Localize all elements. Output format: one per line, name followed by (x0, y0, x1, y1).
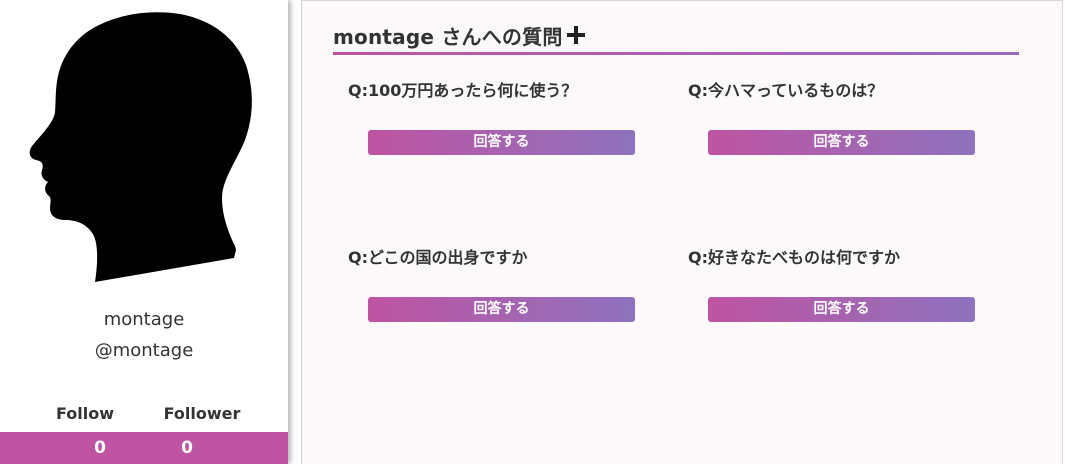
question-text: Q:どこの国の出身ですか (348, 248, 528, 267)
panel-title: montage さんへの質問 (333, 24, 563, 49)
question-card: Q:どこの国の出身ですか 回答する (348, 247, 648, 322)
question-text: Q:好きなたべものは何ですか (688, 248, 901, 267)
answer-button[interactable]: 回答する (708, 297, 975, 322)
follow-stats-bar: 0 0 (0, 432, 288, 464)
question-text: Q:100万円あったら何に使う？ (348, 81, 578, 100)
title-underline (333, 52, 1019, 55)
follower-label[interactable]: Follower (142, 403, 262, 425)
question-card: Q:100万円あったら何に使う？ 回答する (348, 80, 648, 155)
profile-name: montage (103, 309, 185, 330)
questions-panel: montage さんへの質問 Q:100万円あったら何に使う？ 回答する Q:今… (301, 0, 1063, 464)
follow-label[interactable]: Follow (25, 403, 145, 425)
profile-handle: @montage (94, 340, 194, 361)
answer-button[interactable]: 回答する (368, 297, 635, 322)
question-card: Q:好きなたべものは何ですか 回答する (688, 247, 988, 322)
answer-button[interactable]: 回答する (708, 130, 975, 155)
answer-button[interactable]: 回答する (368, 130, 635, 155)
plus-icon[interactable] (566, 26, 585, 44)
profile-page: montage @montage Follow Follower 0 0 mon… (0, 0, 1065, 464)
avatar[interactable] (22, 10, 260, 282)
profile-sidebar: montage @montage Follow Follower 0 0 (0, 0, 288, 464)
head-silhouette-icon (29, 12, 252, 282)
panel-header: montage さんへの質問 (333, 21, 585, 49)
question-text: Q:今ハマっているものは？ (688, 81, 884, 100)
question-card: Q:今ハマっているものは？ 回答する (688, 80, 988, 155)
follower-count[interactable]: 0 (127, 437, 247, 459)
